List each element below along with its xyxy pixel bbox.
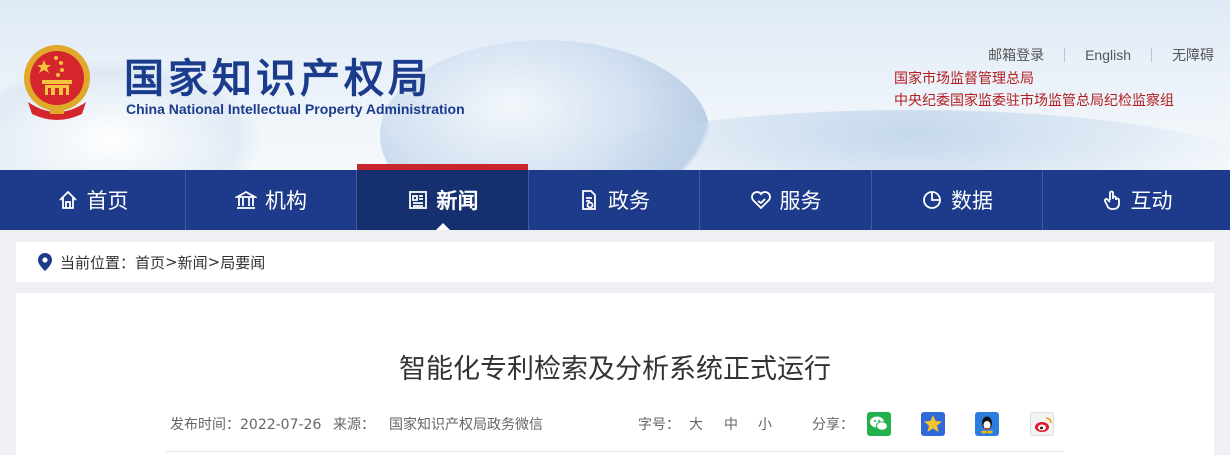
breadcrumb-separator: > — [165, 253, 178, 271]
home-icon — [57, 189, 79, 211]
pie-chart-icon — [921, 189, 943, 211]
nav-item-label: 互动 — [1130, 189, 1173, 213]
nav-item-government[interactable]: 政务 — [529, 170, 700, 230]
nav-item-label: 政务 — [608, 189, 650, 213]
breadcrumb-home[interactable]: 首页 — [135, 252, 165, 273]
breadcrumb-news[interactable]: 新闻 — [178, 252, 208, 273]
font-size-large-button[interactable]: 大 — [689, 414, 703, 434]
divider — [1064, 48, 1066, 62]
nav-item-label: 服务 — [779, 189, 822, 213]
institution-icon — [235, 189, 257, 211]
article-title: 智能化专利检索及分析系统正式运行 — [399, 354, 831, 385]
site-header: 国家知识产权局 China National Intellectual Prop… — [0, 0, 1230, 170]
breadcrumb: 当前位置： 首页 > 新闻 > 局要闻 — [16, 242, 1214, 282]
parent-org-link[interactable]: 国家市场监督管理总局 — [894, 68, 1034, 88]
location-pin-icon — [38, 253, 52, 271]
star-icon[interactable] — [921, 412, 945, 436]
nav-item-service[interactable]: 服务 — [700, 170, 872, 230]
accessibility-link[interactable]: 无障碍 — [1172, 45, 1214, 65]
document-icon — [578, 189, 600, 211]
discipline-org-link[interactable]: 中央纪委国家监委驻市场监管总局纪检监察组 — [894, 90, 1174, 110]
nav-item-interaction[interactable]: 互动 — [1043, 170, 1230, 230]
weibo-icon[interactable] — [1030, 412, 1054, 436]
wechat-icon[interactable] — [867, 412, 891, 436]
nav-item-label: 新闻 — [436, 189, 479, 213]
nav-item-label: 机构 — [265, 189, 307, 213]
nav-item-label: 数据 — [951, 189, 993, 213]
nav-item-institution[interactable]: 机构 — [186, 170, 357, 230]
hand-pointer-icon — [1101, 189, 1123, 211]
article-container: 智能化专利检索及分析系统正式运行 发布时间：2022-07-26 来源： 国家知… — [16, 293, 1214, 455]
nav-item-home[interactable]: 首页 — [0, 170, 186, 230]
site-logo-subtitle[interactable]: China National Intellectual Property Adm… — [126, 101, 465, 117]
nav-item-data[interactable]: 数据 — [872, 170, 1043, 230]
share-label: 分享： — [812, 417, 854, 433]
breadcrumb-prefix: 当前位置： — [60, 253, 136, 272]
site-logo-title[interactable]: 国家知识产权局 — [124, 46, 432, 104]
breadcrumb-bureau-news[interactable]: 局要闻 — [220, 252, 265, 273]
publish-date: 发布时间：2022-07-26 — [170, 417, 322, 433]
top-links: 邮箱登录 English 无障碍 — [988, 45, 1214, 65]
mail-login-link[interactable]: 邮箱登录 — [988, 45, 1044, 65]
qq-icon[interactable] — [975, 412, 999, 436]
news-icon — [407, 189, 429, 211]
nav-item-news[interactable]: 新闻 — [357, 164, 529, 230]
national-emblem-icon — [24, 45, 90, 120]
font-size-medium-button[interactable]: 中 — [724, 414, 738, 434]
main-nav: 首页 机构 新闻 政务 服务 数据 互动 — [0, 164, 1230, 230]
font-size-label: 字号： — [638, 417, 680, 433]
article-source: 国家知识产权局政务微信 — [389, 417, 543, 433]
divider — [1151, 48, 1152, 62]
font-size-small-button[interactable]: 小 — [758, 414, 772, 434]
heart-hand-icon — [750, 189, 772, 211]
source-label: 来源： — [333, 417, 375, 433]
breadcrumb-separator: > — [207, 253, 221, 271]
meta-divider — [166, 451, 1064, 452]
nav-item-label: 首页 — [86, 189, 129, 213]
english-link[interactable]: English — [1085, 47, 1131, 63]
